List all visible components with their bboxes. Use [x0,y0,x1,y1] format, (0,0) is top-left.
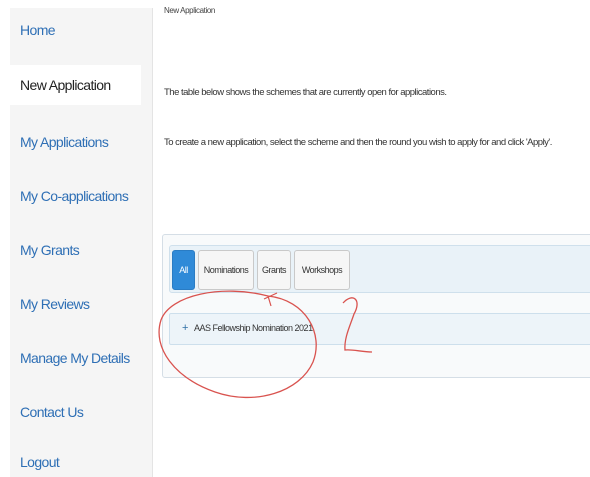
sidebar-item-my-grants[interactable]: My Grants [20,242,80,258]
scheme-label: AAS Fellowship Nomination 2021 [194,323,313,333]
sidebar-item-home[interactable]: Home [20,22,56,38]
tab-workshops[interactable]: Workshops [294,250,350,290]
page-title: New Application [164,6,215,15]
instructions-text: To create a new application, select the … [164,137,552,148]
sidebar-item-new-application[interactable]: New Application [10,65,141,105]
sidebar-nav: Home New Application My Applications My … [10,8,153,477]
sidebar-item-my-applications[interactable]: My Applications [20,134,109,150]
expand-plus-icon[interactable]: + [182,322,188,334]
sidebar-item-contact-us[interactable]: Contact Us [20,404,84,420]
tab-grants[interactable]: Grants [257,250,291,290]
tab-all[interactable]: All [172,250,195,290]
tab-nominations[interactable]: Nominations [198,250,254,290]
sidebar-item-manage-my-details[interactable]: Manage My Details [20,350,130,366]
schemes-panel: All Nominations Grants Workshops + AAS F… [162,234,590,378]
sidebar-item-my-co-applications[interactable]: My Co-applications [20,188,129,204]
intro-text: The table below shows the schemes that a… [164,87,447,98]
sidebar-item-my-reviews[interactable]: My Reviews [20,296,90,312]
sidebar-item-logout[interactable]: Logout [20,454,60,470]
scheme-row[interactable]: + AAS Fellowship Nomination 2021 [169,313,590,345]
scheme-tabs: All Nominations Grants Workshops [169,245,590,293]
